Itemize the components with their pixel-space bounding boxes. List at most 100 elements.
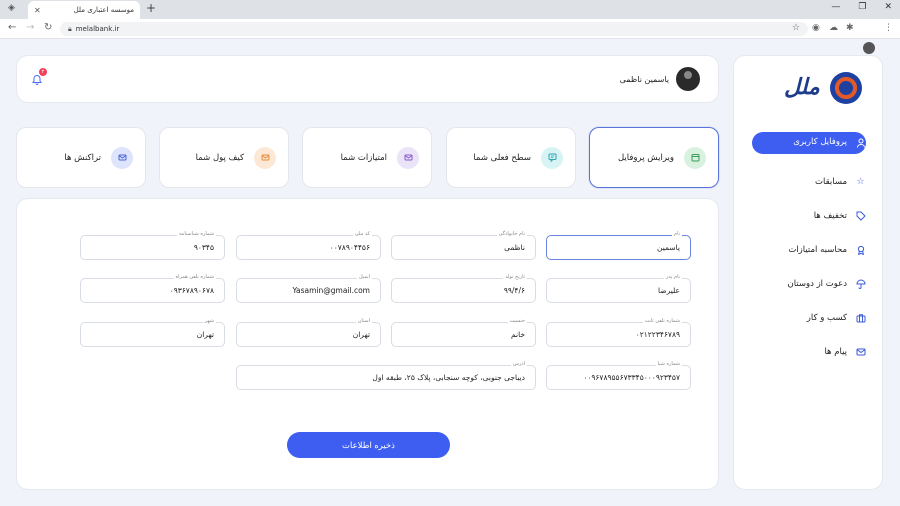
tab-label: امتیازات شما [340, 152, 387, 163]
sidebar-item-label: دعوت از دوستان [787, 279, 847, 289]
close-window-icon[interactable]: ✕ [884, 2, 892, 12]
back-icon[interactable]: ← [8, 22, 16, 33]
field-label: کد ملی [352, 231, 372, 237]
sidebar-item-label: مسابقات [815, 177, 847, 187]
notification-button[interactable]: ۲ [31, 68, 47, 85]
field-value: ۹۹/۴/۶ [503, 286, 525, 295]
notification-badge: ۲ [39, 68, 47, 76]
sidebar-item-points-calc[interactable]: محاسبه امتیازات [734, 233, 884, 267]
sidebar-item-business[interactable]: کسب و کار [734, 301, 884, 335]
logo-wordmark: ملل [784, 74, 820, 100]
tag-icon [855, 211, 866, 222]
camera-icon[interactable]: ◉ [812, 23, 820, 33]
minimize-icon[interactable]: — [831, 2, 840, 12]
sidebar-item-label: محاسبه امتیازات [788, 245, 847, 255]
field-value: ۹۰۳۴۵ [193, 243, 214, 252]
sheba-field[interactable]: شماره شبا ۰۰۹۶۷۸۹۵۵۶۷۳۳۴۵۰۰۰۹۲۳۴۵۷ [546, 361, 691, 390]
chat-icon [541, 146, 563, 169]
city-field[interactable]: شهر تهران [80, 318, 225, 347]
field-value: ۰۰۹۶۷۸۹۵۵۶۷۳۳۴۵۰۰۰۹۲۳۴۵۷ [583, 373, 680, 382]
address-field[interactable]: ادرس دیباجی جنوبی، کوچه سنجابی، پلاک ۲۵،… [236, 361, 536, 390]
tab-label: ویرایش پروفایل [617, 152, 674, 163]
field-value: خانم [510, 330, 525, 339]
sidebar-item-messages[interactable]: پیام ها [734, 335, 884, 369]
field-value: تهران [352, 330, 370, 339]
mobile-field[interactable]: شماره تلفن همراه ۰۹۳۶۷۸۹۰۶۷۸ [80, 274, 225, 303]
profile-tabs: ویرایش پروفایل سطح فعلی شما امتیازات شما… [16, 127, 719, 189]
field-label: تاریخ تولد [503, 274, 527, 280]
puzzle-icon[interactable]: ✱ [846, 23, 854, 33]
tab-your-points[interactable]: امتیازات شما [302, 127, 432, 188]
sidebar-item-label: تخفیف ها [813, 211, 847, 221]
mail-icon [855, 347, 866, 358]
sidebar-item-discounts[interactable]: تخفیف ها [734, 199, 884, 233]
field-label: شهر [202, 318, 216, 324]
sidebar-item-profile[interactable]: پروفایل کاربری [734, 131, 884, 165]
id-number-field[interactable]: شماره شناسنامه ۹۰۳۴۵ [80, 231, 225, 260]
user-profile[interactable]: یاسمین ناظمی [620, 67, 700, 91]
tab-transactions[interactable]: تراکنش ها [16, 127, 146, 188]
field-label: شماره تلفن همراه [173, 274, 216, 280]
field-label: نام [671, 231, 682, 237]
phone-field[interactable]: شماره تلفن ثابت ۰۲۱۲۲۳۴۶۷۸۹ [546, 318, 691, 347]
field-label: جنسیت [507, 318, 527, 324]
lock-icon: 🔒︎ [68, 24, 72, 33]
email-field[interactable]: ایمیل Yasamin@gmail.com [236, 274, 381, 303]
field-label: شماره شبا [655, 361, 682, 367]
mail-icon [254, 146, 276, 169]
birth-date-field[interactable]: تاریخ تولد ۹۹/۴/۶ [391, 274, 536, 303]
last-name-field[interactable]: نام خانوادگی ناظمی [391, 231, 536, 260]
province-field[interactable]: استان تهران [236, 318, 381, 347]
gender-field[interactable]: جنسیت خانم [391, 318, 536, 347]
field-label: استان [355, 318, 372, 324]
sidebar-item-invite-friends[interactable]: دعوت از دوستان [734, 267, 884, 301]
save-button[interactable]: ذخیره اطلاعات [287, 432, 450, 458]
field-label: ادرس [510, 361, 527, 367]
sidebar-item-label: پیام ها [824, 347, 847, 357]
reload-icon[interactable]: ↻ [44, 22, 52, 33]
national-code-field[interactable]: کد ملی ۰۰۷۸۹۰۴۴۵۶ [236, 231, 381, 260]
field-label: شماره شناسنامه [176, 231, 216, 237]
tab-label: تراکنش ها [64, 152, 101, 163]
maximize-icon[interactable]: ❐ [858, 2, 866, 12]
browser-tab[interactable]: ✕ موسسه اعتباری ملل [28, 1, 140, 19]
mail-icon [111, 146, 133, 169]
address-bar: ← → ↻ 🔒︎ melalbank.ir ☆ ◉ ☁ ✱ ⋮ [0, 19, 900, 54]
tab-search-icon[interactable]: ◈ [8, 3, 15, 13]
extension-cloud-icon[interactable]: ☁ [829, 23, 838, 33]
mail-icon [397, 146, 419, 169]
field-value: ۰۲۱۲۲۳۴۶۷۸۹ [635, 330, 680, 339]
logo-emblem [830, 72, 862, 104]
tab-title: موسسه اعتباری ملل [73, 6, 134, 14]
bookmark-star-icon[interactable]: ☆ [792, 23, 800, 33]
field-value: علیرضا [657, 286, 680, 295]
sidebar-item-label: پروفایل کاربری [793, 137, 847, 147]
field-value: یاسمین [657, 243, 680, 252]
user-name: یاسمین ناظمی [619, 74, 669, 84]
award-icon [855, 245, 866, 256]
tab-current-level[interactable]: سطح فعلی شما [446, 127, 576, 188]
field-value: ۰۰۷۸۹۰۴۴۵۶ [329, 243, 370, 252]
forward-icon[interactable]: → [26, 22, 34, 33]
close-tab-icon[interactable]: ✕ [34, 6, 41, 15]
url-field[interactable]: 🔒︎ melalbank.ir ☆ [60, 22, 808, 36]
top-header: یاسمین ناظمی ۲ [16, 55, 719, 103]
field-value: تهران [196, 330, 214, 339]
browser-tab-strip: ◈ ✕ موسسه اعتباری ملل + — ❐ ✕ [0, 0, 900, 19]
field-label: نام خانوادگی [496, 231, 527, 237]
new-tab-button[interactable]: + [146, 1, 156, 15]
tab-edit-profile[interactable]: ویرایش پروفایل [589, 127, 719, 188]
browser-profile-avatar[interactable] [863, 42, 875, 54]
father-name-field[interactable]: نام پدر علیرضا [546, 274, 691, 303]
first-name-field[interactable]: نام یاسمین [546, 231, 691, 260]
field-label: نام پدر [663, 274, 682, 280]
sidebar: ملل پروفایل کاربری مسابقات ☆ تخفیف ها مح… [733, 55, 883, 490]
avatar [676, 67, 700, 91]
tab-wallet[interactable]: کیف پول شما [159, 127, 289, 188]
sidebar-item-competitions[interactable]: مسابقات ☆ [734, 165, 884, 199]
field-value: Yasamin@gmail.com [292, 286, 370, 295]
browser-menu-icon[interactable]: ⋮ [884, 23, 893, 33]
calendar-icon [684, 146, 706, 169]
field-label: ایمیل [357, 274, 372, 280]
bell-icon [31, 74, 43, 89]
